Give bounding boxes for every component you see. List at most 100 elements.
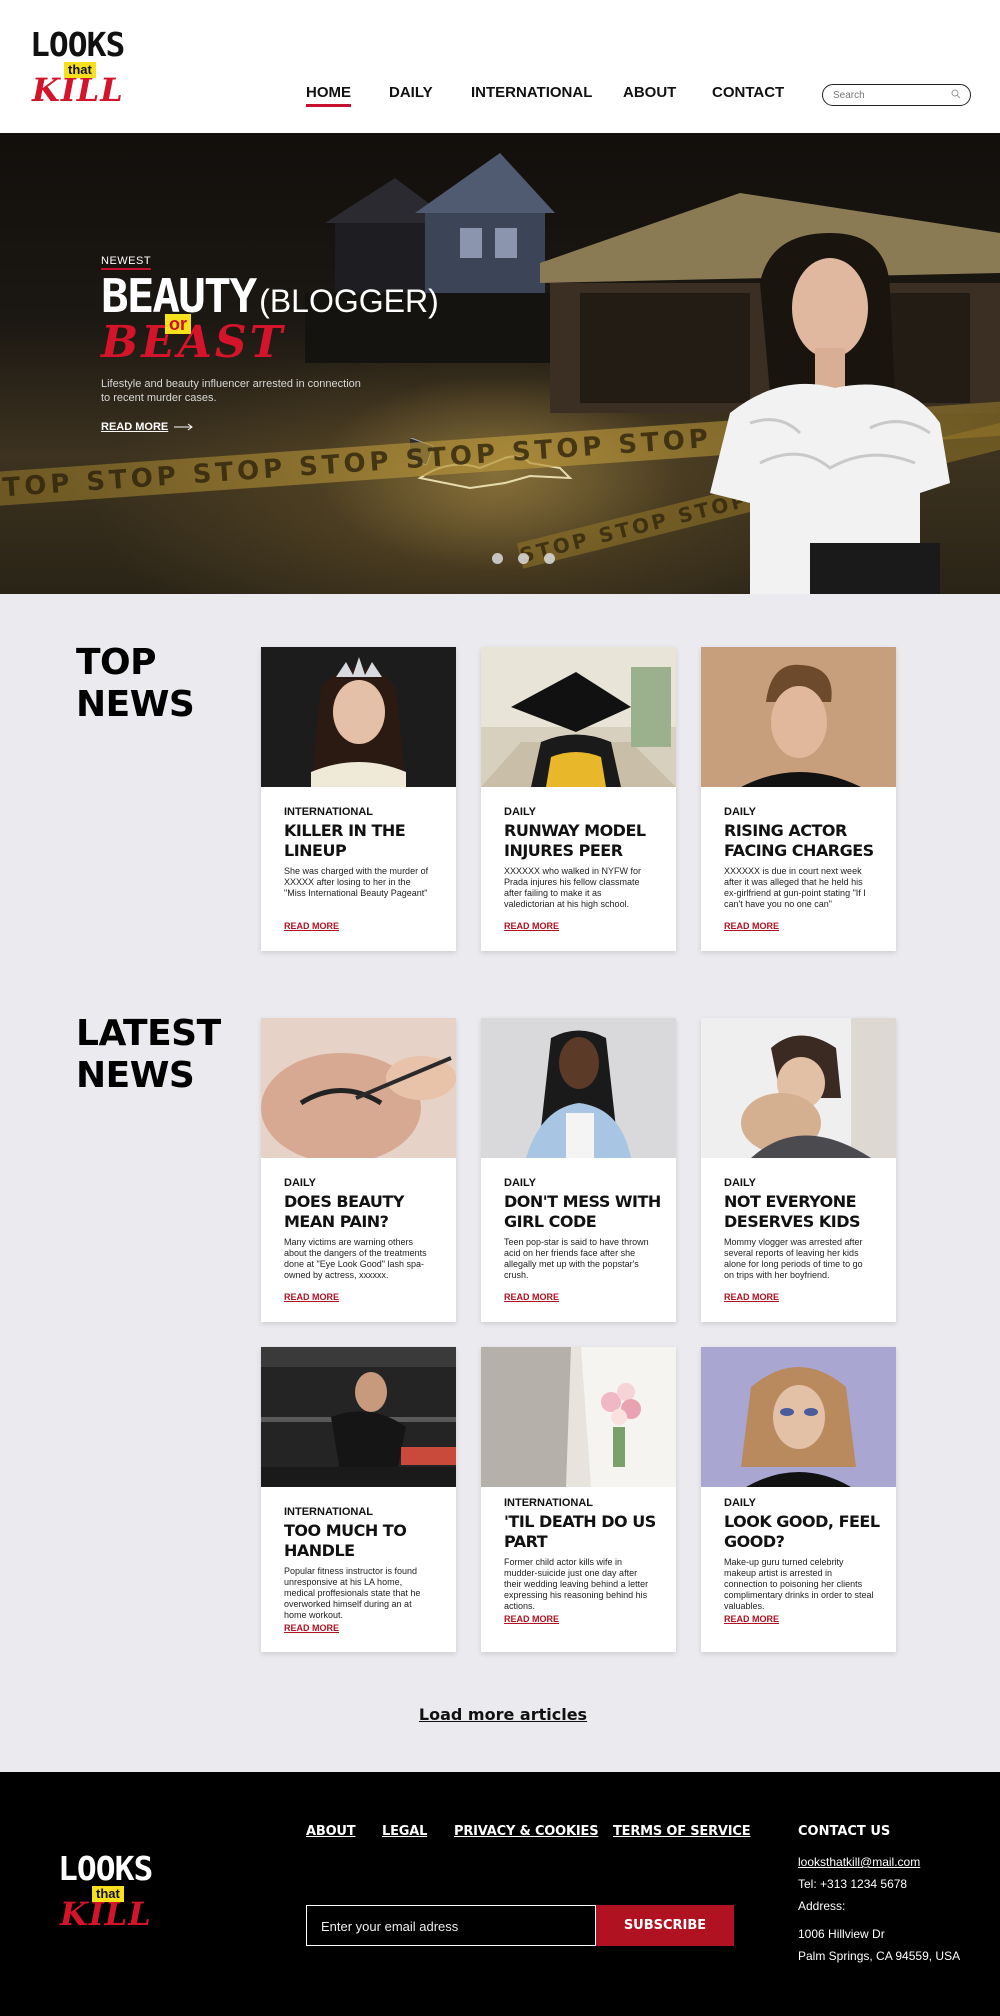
pageant-crown-image <box>261 647 456 787</box>
read-more-link[interactable]: READ MORE <box>724 1292 779 1302</box>
load-more-button[interactable]: Load more articles <box>0 1705 1000 1724</box>
card-title[interactable]: DON'T MESS WITH GIRL CODE <box>504 1192 664 1232</box>
card-category: DAILY <box>724 1177 756 1189</box>
hero-title-or: or <box>165 314 191 334</box>
contact-address-line1: 1006 Hillview Dr <box>798 1927 885 1941</box>
hero-banner[interactable]: STOP STOP STOP STOP STOP STOP STOP STOP … <box>0 133 1000 594</box>
card-description: Mommy vlogger was arrested after several… <box>724 1237 863 1280</box>
top-news-heading-line1: TOP <box>76 642 157 683</box>
carousel-dots <box>492 553 555 564</box>
card-description: XXXXXX is due in court next week after i… <box>724 866 866 909</box>
card-title[interactable]: LOOK GOOD, FEEL GOOD? <box>724 1512 884 1552</box>
top-news-card-2[interactable]: DAILY RUNWAY MODEL INJURES PEER XXXXXX w… <box>481 647 676 951</box>
contact-email-link[interactable]: looksthatkill@mail.com <box>798 1855 920 1869</box>
carousel-dot-1[interactable] <box>492 553 503 564</box>
carousel-dot-2[interactable] <box>518 553 529 564</box>
read-more-link[interactable]: READ MORE <box>504 1292 559 1302</box>
nav-international[interactable]: INTERNATIONAL <box>471 84 592 101</box>
read-more-link[interactable]: READ MORE <box>284 921 339 931</box>
wedding-bouquet-image <box>481 1347 676 1487</box>
young-man-portrait-image <box>701 647 896 787</box>
top-news-heading-line2: NEWS <box>76 684 195 725</box>
card-title[interactable]: NOT EVERYONE DESERVES KIDS <box>724 1192 884 1232</box>
site-logo[interactable]: LOOKS KILL that <box>30 28 130 108</box>
contact-address-label: Address: <box>798 1899 846 1913</box>
latest-news-card-5[interactable]: INTERNATIONAL 'TIL DEATH DO US PART Form… <box>481 1347 676 1652</box>
latest-news-heading-line1: LATEST <box>76 1013 221 1054</box>
card-description: Make-up guru turned celebrity makeup art… <box>724 1557 874 1611</box>
hero-subtitle: Lifestyle and beauty influencer arrested… <box>101 378 361 404</box>
nav-about[interactable]: ABOUT <box>623 84 676 101</box>
nav-daily[interactable]: DAILY <box>389 84 433 101</box>
read-more-link[interactable]: READ MORE <box>284 1623 339 1633</box>
hero-title-beast: BEAST <box>101 317 286 368</box>
logo-word-that: that <box>64 62 96 79</box>
footer-link-privacy[interactable]: PRIVACY & COOKIES <box>454 1824 599 1839</box>
card-category: DAILY <box>284 1177 316 1189</box>
newsletter-email-box <box>306 1905 596 1946</box>
latest-news-heading: LATEST NEWS <box>76 1013 221 1097</box>
graduation-cap-image <box>481 647 676 787</box>
latest-news-heading-line2: NEWS <box>76 1055 195 1096</box>
nav-home[interactable]: HOME <box>306 84 351 107</box>
subscribe-button[interactable]: SUBSCRIBE <box>596 1905 734 1946</box>
latest-news-card-4[interactable]: INTERNATIONAL TOO MUCH TO HANDLE Popular… <box>261 1347 456 1652</box>
top-news-card-1[interactable]: INTERNATIONAL KILLER IN THE LINEUP She w… <box>261 647 456 951</box>
card-category: INTERNATIONAL <box>284 1506 374 1518</box>
woman-braids-image <box>481 1018 676 1158</box>
footer-logo[interactable]: LOOKS KILL that <box>58 1852 158 1932</box>
logo-word-looks: LOOKS <box>58 1849 153 1888</box>
card-title[interactable]: 'TIL DEATH DO US PART <box>504 1512 664 1552</box>
card-description: She was charged with the murder of XXXXX… <box>284 866 429 898</box>
read-more-link[interactable]: READ MORE <box>504 921 559 931</box>
lash-treatment-image <box>261 1018 456 1163</box>
newsletter-email-input[interactable] <box>321 1917 571 1935</box>
logo-word-looks: LOOKS <box>30 25 125 64</box>
nav-contact[interactable]: CONTACT <box>712 84 784 101</box>
card-description: Many victims are warning others about th… <box>284 1237 427 1280</box>
read-more-link[interactable]: READ MORE <box>284 1292 339 1302</box>
footer-link-about[interactable]: ABOUT <box>306 1824 356 1839</box>
latest-news-card-1[interactable]: DAILY DOES BEAUTY MEAN PAIN? Many victim… <box>261 1018 456 1322</box>
latest-news-card-6[interactable]: DAILY LOOK GOOD, FEEL GOOD? Make-up guru… <box>701 1347 896 1652</box>
logo-word-that: that <box>92 1886 124 1903</box>
contact-phone: Tel: +313 1234 5678 <box>798 1877 908 1891</box>
search-box <box>822 84 971 106</box>
card-title[interactable]: TOO MUCH TO HANDLE <box>284 1521 444 1561</box>
search-input[interactable] <box>833 88 943 102</box>
top-news-heading: TOP NEWS <box>76 642 195 726</box>
top-news-card-3[interactable]: DAILY RISING ACTOR FACING CHARGES XXXXXX… <box>701 647 896 951</box>
hero-copy: NEWEST BEAUTY (BLOGGER) BEAST or Lifestyl… <box>101 251 461 433</box>
card-description: XXXXXX who walked in NYFW for Prada inju… <box>504 866 642 909</box>
read-more-link[interactable]: READ MORE <box>724 1614 779 1624</box>
card-category: DAILY <box>504 1177 536 1189</box>
gym-man-image <box>261 1347 456 1487</box>
latest-news-card-3[interactable]: DAILY NOT EVERYONE DESERVES KIDS Mommy v… <box>701 1018 896 1322</box>
hero-read-more-link[interactable]: READ MORE <box>101 421 194 433</box>
site-header: LOOKS KILL that HOME DAILY INTERNATIONAL… <box>0 0 1000 133</box>
hero-read-more-label: READ MORE <box>101 421 169 433</box>
read-more-link[interactable]: READ MORE <box>504 1614 559 1624</box>
search-icon[interactable] <box>951 89 961 99</box>
carousel-dot-3[interactable] <box>544 553 555 564</box>
hero-title[interactable]: BEAUTY (BLOGGER) <box>101 269 439 323</box>
mother-child-image <box>701 1018 896 1158</box>
card-category: INTERNATIONAL <box>284 806 374 818</box>
card-category: DAILY <box>504 806 536 818</box>
footer-link-legal[interactable]: LEGAL <box>382 1824 427 1839</box>
card-category: DAILY <box>724 806 756 818</box>
blogger-photo <box>710 233 950 594</box>
card-description: Popular fitness instructor is found unre… <box>284 1566 421 1620</box>
contact-address-line2: Palm Springs, CA 94559, USA <box>798 1949 961 1963</box>
card-title[interactable]: RISING ACTOR FACING CHARGES <box>724 821 884 861</box>
card-title[interactable]: KILLER IN THE LINEUP <box>284 821 444 861</box>
card-title[interactable]: DOES BEAUTY MEAN PAIN? <box>284 1192 444 1232</box>
read-more-link[interactable]: READ MORE <box>724 921 779 931</box>
latest-news-card-2[interactable]: DAILY DON'T MESS WITH GIRL CODE Teen pop… <box>481 1018 676 1322</box>
card-title[interactable]: RUNWAY MODEL INJURES PEER <box>504 821 664 861</box>
card-description: Former child actor kills wife in mudder-… <box>504 1557 649 1611</box>
footer-link-terms[interactable]: TERMS OF SERVICE <box>613 1824 751 1839</box>
card-description: Teen pop-star is said to have thrown aci… <box>504 1237 649 1280</box>
hero-title-paren: (BLOGGER) <box>259 283 439 319</box>
logo-word-kill: KILL <box>32 71 124 109</box>
